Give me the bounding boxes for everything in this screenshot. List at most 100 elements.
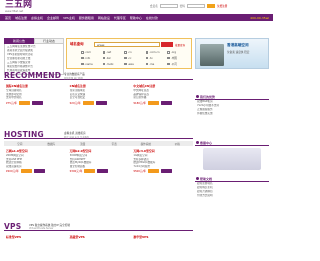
- buy-button[interactable]: [19, 100, 31, 105]
- buy-button[interactable]: [84, 169, 96, 174]
- username-input[interactable]: [159, 4, 178, 8]
- product-feature: 双线高速机房: [6, 164, 22, 168]
- column-header: 流量: [80, 142, 86, 146]
- product-card: CN域名注册 国家顶级域名 实名认证快速 安全可靠稳定 ¥29元/年: [70, 84, 130, 105]
- tab-industry[interactable]: 行业动态: [34, 38, 64, 44]
- ext-checkbox[interactable]: .org: [167, 51, 189, 54]
- password-input[interactable]: [186, 4, 205, 8]
- nav-item[interactable]: 服务器租用: [79, 16, 94, 20]
- product-title[interactable]: 国际CN域名注册: [6, 84, 66, 88]
- ext-checkbox[interactable]: .mobi: [102, 62, 125, 66]
- logo-url: www.35wl.net: [5, 10, 24, 13]
- logo[interactable]: 三五网: [5, 1, 32, 10]
- product-title[interactable]: 万网c3.0型空间: [133, 149, 193, 153]
- hosting-note: 稳定 高速 安全 专业服务: [64, 135, 90, 139]
- product-title[interactable]: 万网b2.0型空间: [70, 149, 130, 153]
- vps-header: VPS VPS 独立操作系统 独立IP 完全控制 Virtual Private…: [4, 222, 193, 231]
- register-link[interactable]: 免费注册: [217, 4, 227, 8]
- ext-checkbox[interactable]: .公司: [167, 62, 189, 66]
- product-title[interactable]: 中文域名CN注册: [133, 84, 193, 88]
- ext-checkbox[interactable]: .cc: [124, 56, 146, 60]
- column-header: 带宽: [111, 142, 117, 146]
- detail-button[interactable]: [95, 100, 107, 105]
- product-feature: 安全可靠稳定: [69, 96, 86, 100]
- product-card: 豪华型VPS: [133, 235, 193, 240]
- product-title[interactable]: 豪华型VPS: [133, 235, 193, 239]
- password-label: 密码: [179, 5, 185, 8]
- nav-item[interactable]: 代理专区: [114, 16, 126, 20]
- product-title[interactable]: 高级型VPS: [70, 235, 130, 239]
- product-price: ¥500元/年: [133, 170, 146, 174]
- ext-checkbox[interactable]: .name: [81, 62, 103, 66]
- username-label: 会员名: [150, 5, 158, 8]
- ext-checkbox[interactable]: .asia: [124, 62, 146, 66]
- ext-checkbox[interactable]: .com: [81, 51, 103, 54]
- product-price: ¥200元/年: [6, 170, 19, 174]
- product-card: 国际CN域名注册 全球顶级域名 注册即可使用 支持中文域名 ¥75元/年: [6, 84, 66, 105]
- nav-item[interactable]: 帮助中心: [130, 16, 142, 20]
- header: 三五网 www.35wl.net 会员名 密码 免费注册: [0, 0, 273, 14]
- nav-item[interactable]: 首页: [5, 16, 11, 20]
- product-feature: 独立控制面板: [69, 164, 86, 168]
- detail-button[interactable]: [161, 169, 172, 174]
- product-feature: 易记易传播: [133, 96, 147, 100]
- detail-button[interactable]: [161, 100, 172, 105]
- login-bar: 会员名 密码 免费注册: [150, 4, 227, 8]
- buy-button[interactable]: [148, 100, 159, 105]
- server-rack-image: [200, 44, 224, 66]
- buy-button[interactable]: [20, 169, 32, 174]
- recommend-header: RECOMMEND 专业的数据库产品 超值优惠 热门推荐: [4, 71, 193, 80]
- ext-checkbox[interactable]: .com.cn: [145, 51, 168, 54]
- product-title[interactable]: 标准型VPS: [6, 235, 66, 239]
- nav-item[interactable]: VPS主机: [63, 16, 75, 20]
- product-card: 高级型VPS: [70, 235, 130, 240]
- main-nav: 首页 域名注册 虚拟主机 企业邮局 VPS主机 服务器租用 网站建设 代理专区 …: [0, 14, 273, 21]
- hosting-products: 万网a1.0型空间 200M网页空间 支持ASP PHP 赠送企业邮箱 双线高速…: [6, 149, 193, 174]
- column-header: 操作系统: [140, 142, 151, 146]
- help-title: 帮助文档: [200, 176, 213, 181]
- help-box: 帮助文档 如何注册域名 如何购买主机 如何开通邮局 付款方式说明: [195, 176, 269, 198]
- ext-checkbox[interactable]: .biz: [102, 56, 125, 60]
- ext-checkbox[interactable]: .me: [145, 62, 168, 66]
- nav-item[interactable]: 域名注册: [15, 16, 27, 20]
- tab-news[interactable]: 新闻公告: [4, 38, 34, 44]
- recommend-heading: RECOMMEND: [4, 71, 62, 80]
- domain-search-box: 域名查询 www. 批量查询 .com .net .cn .com.cn .or…: [66, 38, 192, 69]
- advantages-title: 我们的优势: [200, 94, 216, 99]
- bullet-icon: [196, 141, 199, 144]
- ext-checkbox[interactable]: .net: [102, 51, 125, 54]
- hotline: 400-00-35wl: [250, 15, 269, 20]
- product-title[interactable]: 万网a1.0型空间: [6, 149, 66, 153]
- product-card: 万网b2.0型空间 500M网页空间 支持ASP.NET 赠送MySQL数据库 …: [69, 149, 130, 174]
- ext-checkbox[interactable]: .中国: [167, 56, 189, 60]
- product-card: 万网c3.0型空间 1G网页空间 支持多种语言 赠送MSSQL数据库 7x24小…: [133, 149, 193, 174]
- product-card: 万网a1.0型空间 200M网页空间 支持ASP PHP 赠送企业邮箱 双线高速…: [6, 149, 66, 174]
- nav-item[interactable]: 在线付款: [146, 16, 158, 20]
- domain-search-input[interactable]: www.: [94, 42, 160, 47]
- help-link[interactable]: 付款方式说明: [195, 194, 269, 198]
- nav-item[interactable]: 网站建设: [98, 16, 110, 20]
- extension-list: .com .net .cn .com.cn .org .info .biz .c…: [81, 51, 189, 66]
- nav-item[interactable]: 企业邮局: [47, 16, 59, 20]
- nav-item[interactable]: 虚拟主机: [31, 16, 43, 20]
- login-button[interactable]: [206, 4, 215, 8]
- ext-checkbox[interactable]: .info: [81, 56, 103, 60]
- domain-search-button[interactable]: [161, 42, 173, 47]
- hosting-table-header: 空间 数据库 流量 带宽 操作系统 价格: [4, 141, 193, 146]
- product-card: 标准型VPS: [6, 235, 66, 240]
- buy-button[interactable]: [82, 100, 94, 105]
- buy-button[interactable]: [148, 169, 159, 174]
- detail-button[interactable]: [32, 100, 44, 105]
- customer-service-image[interactable]: [203, 148, 261, 170]
- column-header: 数据库: [47, 142, 56, 146]
- ext-checkbox[interactable]: .tv: [145, 56, 168, 60]
- ext-checkbox[interactable]: .cn: [124, 51, 146, 54]
- detail-button[interactable]: [97, 169, 109, 174]
- hk-hosting-ad[interactable]: 香港高端空间 免备案 速度快 稳定: [195, 38, 269, 69]
- ad-title: 香港高端空间: [227, 43, 249, 47]
- detail-button[interactable]: [33, 169, 45, 174]
- vps-products: 标准型VPS 高级型VPS 豪华型VPS: [6, 235, 193, 240]
- vps-heading: VPS: [4, 222, 22, 231]
- product-title[interactable]: CN域名注册: [70, 84, 130, 88]
- bulk-search-link[interactable]: 批量查询: [175, 43, 185, 47]
